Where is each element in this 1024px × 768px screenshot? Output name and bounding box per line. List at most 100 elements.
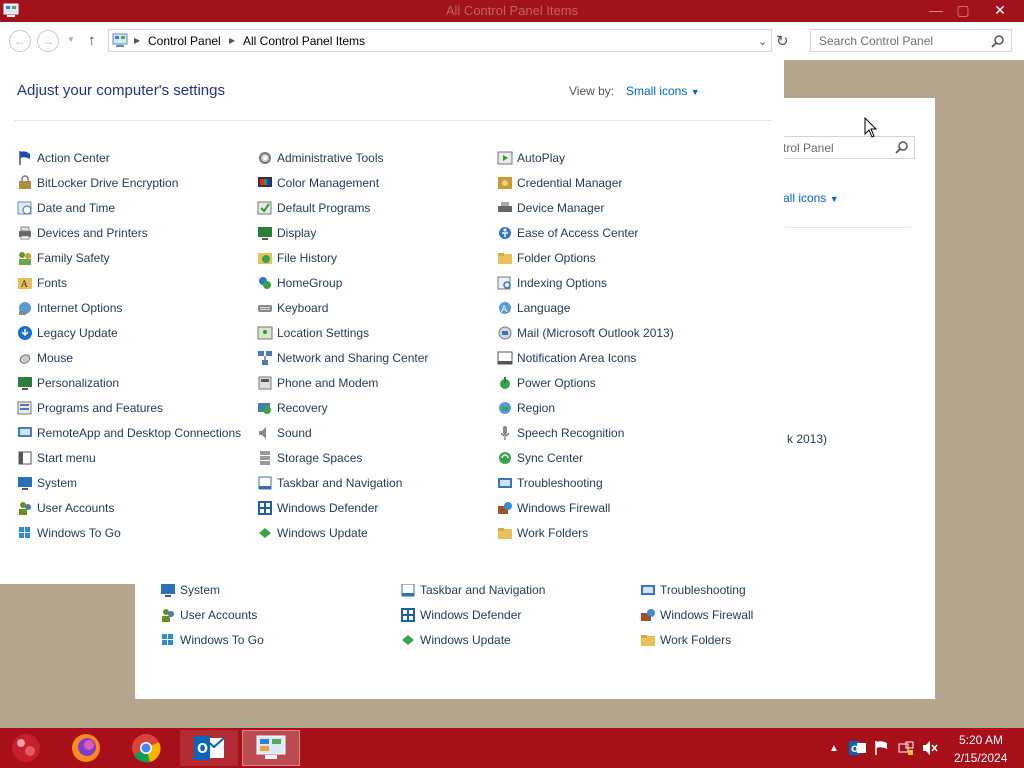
item-label: Notification Area Icons xyxy=(517,351,637,365)
item-display[interactable]: Display xyxy=(257,223,316,243)
item-family-safety[interactable]: Family Safety xyxy=(17,248,110,268)
item-location-settings[interactable]: Location Settings xyxy=(257,323,369,343)
item-label: Network and Sharing Center xyxy=(277,351,429,365)
title-bar[interactable]: All Control Panel Items — ▢ ✕ xyxy=(0,0,1024,22)
item-file-history[interactable]: File History xyxy=(257,248,337,268)
item-notification-area[interactable]: Notification Area Icons xyxy=(497,348,636,368)
item-region[interactable]: Region xyxy=(497,398,555,418)
item-label: System xyxy=(37,476,78,490)
item-autoplay[interactable]: AutoPlay xyxy=(497,148,565,168)
item-fonts[interactable]: A Fonts xyxy=(17,273,67,293)
bg-item-user-accounts[interactable]: User Accounts xyxy=(160,605,257,625)
recent-pages-chevron-icon[interactable]: ▼ xyxy=(67,35,75,44)
minimize-button[interactable]: — xyxy=(922,0,950,20)
item-sound[interactable]: Sound xyxy=(257,423,312,443)
item-administrative-tools[interactable]: Administrative Tools xyxy=(257,148,384,168)
admin-tools-icon xyxy=(257,150,273,166)
bg-item-windows-defender[interactable]: Windows Defender xyxy=(400,605,521,625)
item-action-center[interactable]: Action Center xyxy=(17,148,110,168)
firefox-icon[interactable] xyxy=(57,730,115,766)
bg-item-windows-to-go[interactable]: Windows To Go xyxy=(160,630,264,650)
clock-date[interactable]: 2/15/2024 xyxy=(954,751,1007,765)
item-legacy-update[interactable]: Legacy Update xyxy=(17,323,118,343)
view-by-dropdown[interactable]: Small icons ▼ xyxy=(626,84,700,98)
item-ease-of-access[interactable]: Ease of Access Center xyxy=(497,223,638,243)
item-storage-spaces[interactable]: Storage Spaces xyxy=(257,448,362,468)
item-remoteapp[interactable]: RemoteApp and Desktop Connections xyxy=(17,423,241,443)
breadcrumb-separator-icon[interactable]: ▶ xyxy=(134,36,140,45)
item-folder-options[interactable]: Folder Options xyxy=(497,248,596,268)
item-personalization[interactable]: Personalization xyxy=(17,373,119,393)
item-mail[interactable]: Mail (Microsoft Outlook 2013) xyxy=(497,323,674,343)
item-work-folders[interactable]: Work Folders xyxy=(497,523,588,543)
forward-button[interactable]: → xyxy=(37,30,59,52)
maximize-button[interactable]: ▢ xyxy=(950,0,976,20)
item-internet-options[interactable]: Internet Options xyxy=(17,298,122,318)
item-phone-modem[interactable]: Phone and Modem xyxy=(257,373,378,393)
item-label: Sync Center xyxy=(517,451,584,465)
item-default-programs[interactable]: Default Programs xyxy=(257,198,370,218)
outlook-tray-icon[interactable]: O xyxy=(849,740,866,759)
item-recovery[interactable]: Recovery xyxy=(257,398,328,418)
breadcrumb-all-items[interactable]: All Control Panel Items xyxy=(243,34,365,48)
item-indexing-options[interactable]: Indexing Options xyxy=(497,273,607,293)
item-devices-printers[interactable]: Devices and Printers xyxy=(17,223,148,243)
page-title: Adjust your computer's settings xyxy=(17,82,225,99)
item-speech-recognition[interactable]: Speech Recognition xyxy=(497,423,624,443)
chrome-icon[interactable] xyxy=(117,730,175,766)
bg-mail-fragment[interactable]: k 2013) xyxy=(787,432,827,446)
refresh-button[interactable]: ↻ xyxy=(776,32,789,50)
control-panel-taskbar-icon[interactable] xyxy=(242,730,300,766)
item-troubleshooting[interactable]: Troubleshooting xyxy=(497,473,603,493)
action-center-flag-icon[interactable] xyxy=(874,740,890,759)
item-date-time[interactable]: Date and Time xyxy=(17,198,115,218)
item-user-accounts[interactable]: User Accounts xyxy=(17,498,114,518)
up-arrow-icon[interactable]: ↑ xyxy=(88,32,96,49)
search-icon[interactable] xyxy=(991,34,1005,51)
address-bar[interactable]: ▶ Control Panel ▶ All Control Panel Item… xyxy=(108,29,772,52)
folder-icon xyxy=(497,525,513,541)
outlook-icon[interactable]: O xyxy=(180,730,238,766)
item-homegroup[interactable]: HomeGroup xyxy=(257,273,342,293)
item-mouse[interactable]: Mouse xyxy=(17,348,73,368)
item-programs-features[interactable]: Programs and Features xyxy=(17,398,163,418)
breadcrumb-control-panel[interactable]: Control Panel xyxy=(148,34,221,48)
item-label: Windows Defender xyxy=(277,501,379,515)
item-system[interactable]: System xyxy=(17,473,77,493)
printer-icon xyxy=(17,225,33,241)
bg-item-windows-update[interactable]: Windows Update xyxy=(400,630,511,650)
network-tray-icon[interactable] xyxy=(898,740,914,759)
back-button[interactable]: ← xyxy=(9,30,31,52)
item-label: Work Folders xyxy=(517,526,589,540)
item-device-manager[interactable]: Device Manager xyxy=(497,198,604,218)
search-input[interactable]: Search Control Panel xyxy=(810,29,1012,52)
volume-muted-icon[interactable] xyxy=(922,740,938,759)
item-language[interactable]: A Language xyxy=(497,298,570,318)
address-dropdown-icon[interactable]: ⌄ xyxy=(758,35,767,48)
item-power-options[interactable]: Power Options xyxy=(497,373,596,393)
item-windows-defender[interactable]: Windows Defender xyxy=(257,498,378,518)
bg-item-windows-firewall[interactable]: Windows Firewall xyxy=(640,605,753,625)
item-bitlocker[interactable]: BitLocker Drive Encryption xyxy=(17,173,178,193)
item-label: Location Settings xyxy=(277,326,370,340)
start-orb-icon[interactable] xyxy=(0,730,52,766)
bg-item-work-folders[interactable]: Work Folders xyxy=(640,630,731,650)
bg-search-box[interactable]: trol Panel xyxy=(770,136,915,159)
close-button[interactable]: ✕ xyxy=(976,0,1024,20)
breadcrumb-separator-icon[interactable]: ▶ xyxy=(229,36,235,45)
item-label: Taskbar and Navigation xyxy=(420,583,546,597)
item-credential-manager[interactable]: Credential Manager xyxy=(497,173,622,193)
item-sync-center[interactable]: Sync Center xyxy=(497,448,583,468)
item-color-management[interactable]: Color Management xyxy=(257,173,379,193)
item-keyboard[interactable]: Keyboard xyxy=(257,298,328,318)
show-hidden-icons-button[interactable]: ▲ xyxy=(829,743,839,754)
clock-time[interactable]: 5:20 AM xyxy=(959,733,1003,747)
item-start-menu[interactable]: Start menu xyxy=(17,448,96,468)
start-menu-icon xyxy=(17,450,33,466)
bg-view-value[interactable]: all icons ▼ xyxy=(783,191,839,205)
item-windows-update[interactable]: Windows Update xyxy=(257,523,368,543)
item-network-sharing[interactable]: Network and Sharing Center xyxy=(257,348,428,368)
item-taskbar-navigation[interactable]: Taskbar and Navigation xyxy=(257,473,402,493)
item-windows-firewall[interactable]: Windows Firewall xyxy=(497,498,610,518)
item-windows-to-go[interactable]: Windows To Go xyxy=(17,523,121,543)
